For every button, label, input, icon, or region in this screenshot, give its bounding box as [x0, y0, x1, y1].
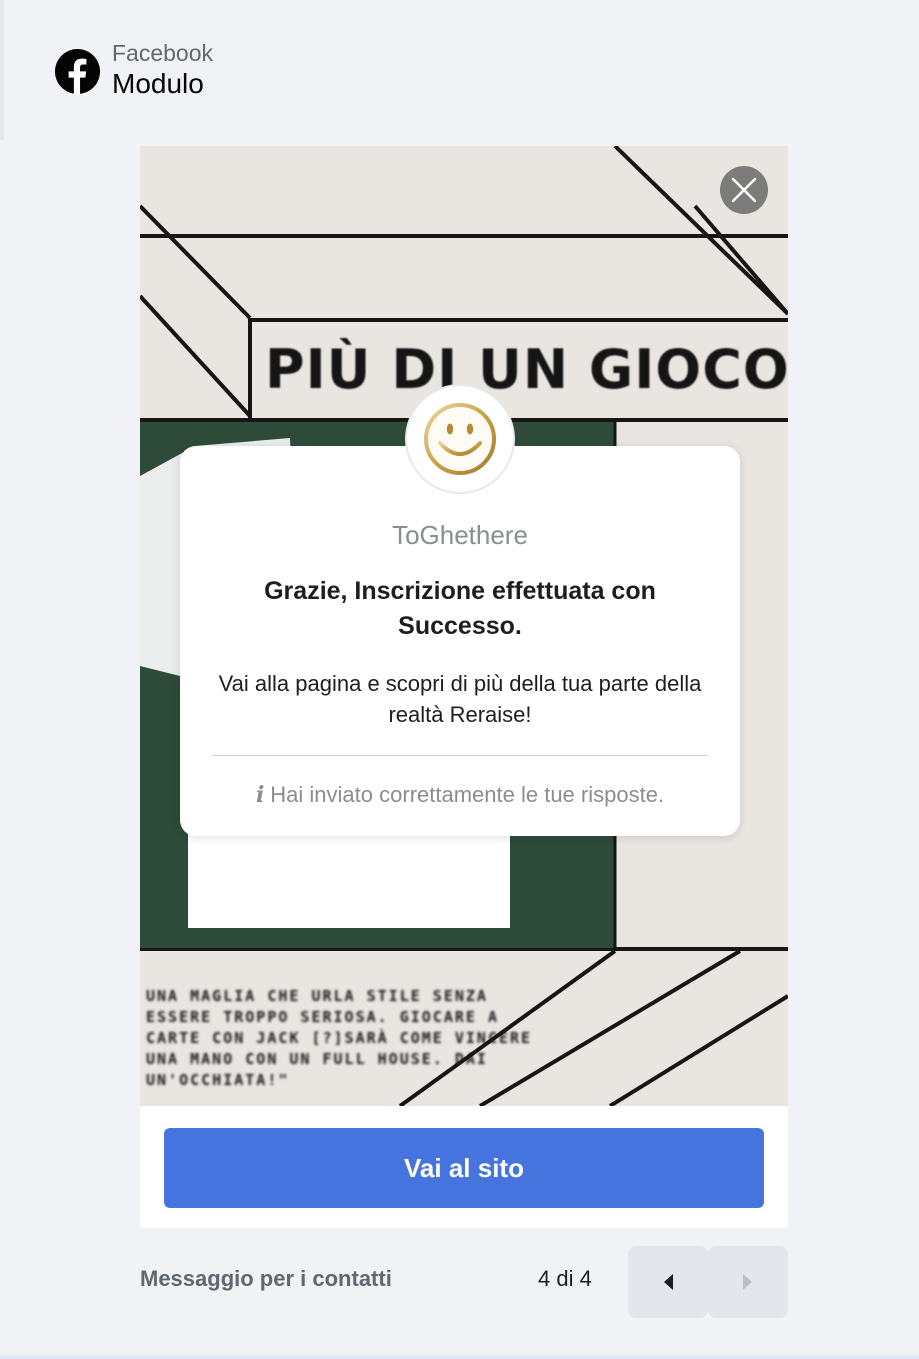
info-icon: i [255, 782, 265, 808]
divider [212, 755, 708, 756]
visit-site-button[interactable]: Vai al sito [164, 1128, 764, 1208]
card-headline: Grazie, Inscrizione effettuata con Succe… [264, 577, 656, 640]
previous-button[interactable] [628, 1246, 708, 1318]
form-header: Facebook Modulo [54, 40, 213, 101]
ad-image-body: UNA MAGLIA CHE URLA STILE SENZA ESSERE T… [146, 987, 533, 1089]
cta-area: Vai al sito [140, 1106, 788, 1228]
bottom-edge [0, 1355, 919, 1359]
page-edge [0, 0, 4, 140]
info-text: Hai inviato correttamente le tue rispost… [270, 782, 665, 807]
form-title: Modulo [112, 68, 204, 99]
ad-preview: PIÙ DI UN GIOCO UNA MAGLIA CHE URLA STIL… [140, 146, 788, 1228]
ad-image-heading: PIÙ DI UN GIOCO [265, 338, 788, 401]
close-button[interactable] [720, 166, 768, 214]
submission-info: i Hai inviato correttamente le tue rispo… [180, 782, 740, 808]
caret-right-icon [743, 1274, 752, 1290]
thank-you-card: ToGhethere Grazie, Inscrizione effettuat… [180, 384, 740, 836]
card-description: Vai alla pagina e scopri di più della tu… [218, 671, 702, 727]
facebook-logo-icon [54, 48, 101, 95]
page-avatar [405, 384, 515, 494]
next-button[interactable] [708, 1246, 788, 1318]
section-label: Messaggio per i contatti [140, 1266, 392, 1291]
smiley-face-icon [424, 403, 496, 475]
page-name: ToGhethere [392, 520, 528, 550]
caret-left-icon [664, 1274, 673, 1290]
page-indicator: 4 di 4 [538, 1266, 592, 1291]
close-icon [731, 177, 757, 203]
platform-label: Facebook [112, 40, 214, 66]
